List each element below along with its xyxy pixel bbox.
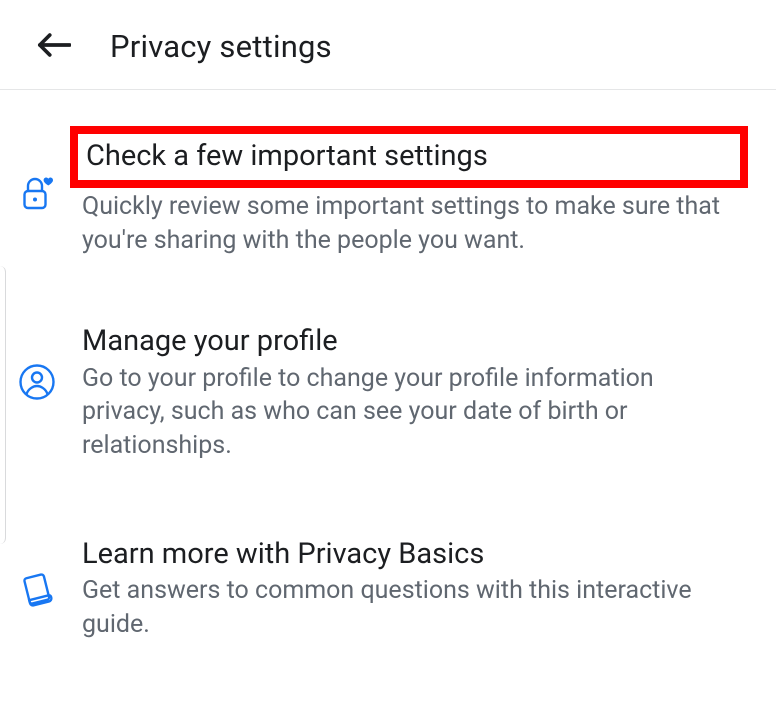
book-icon [14,570,60,610]
setting-item-title: Learn more with Privacy Basics [82,536,484,572]
header: Privacy settings [0,0,776,90]
setting-item-desc: Quickly review some important settings t… [82,190,722,257]
setting-item-manage-profile[interactable]: Manage your profile Go to your profile t… [14,303,748,508]
page-title: Privacy settings [110,28,332,65]
back-button[interactable] [36,29,72,65]
highlight-annotation: Check a few important settings [70,126,748,188]
setting-item-check-settings[interactable]: Check a few important settings Quickly r… [14,114,748,303]
settings-list: Check a few important settings Quickly r… [0,90,776,651]
setting-item-desc: Go to your profile to change your profil… [82,362,722,463]
setting-item-desc: Get answers to common questions with thi… [82,574,722,641]
setting-item-title: Manage your profile [82,323,338,359]
setting-item-body: Check a few important settings Quickly r… [60,126,748,257]
scroll-indicator [0,266,6,544]
lock-heart-icon [14,174,60,214]
setting-item-privacy-basics[interactable]: Learn more with Privacy Basics Get answe… [14,508,748,651]
setting-item-body: Manage your profile Go to your profile t… [60,323,748,462]
arrow-left-icon [37,31,71,63]
setting-item-body: Learn more with Privacy Basics Get answe… [60,536,748,641]
setting-item-title: Check a few important settings [86,138,488,174]
person-circle-icon [14,363,60,401]
